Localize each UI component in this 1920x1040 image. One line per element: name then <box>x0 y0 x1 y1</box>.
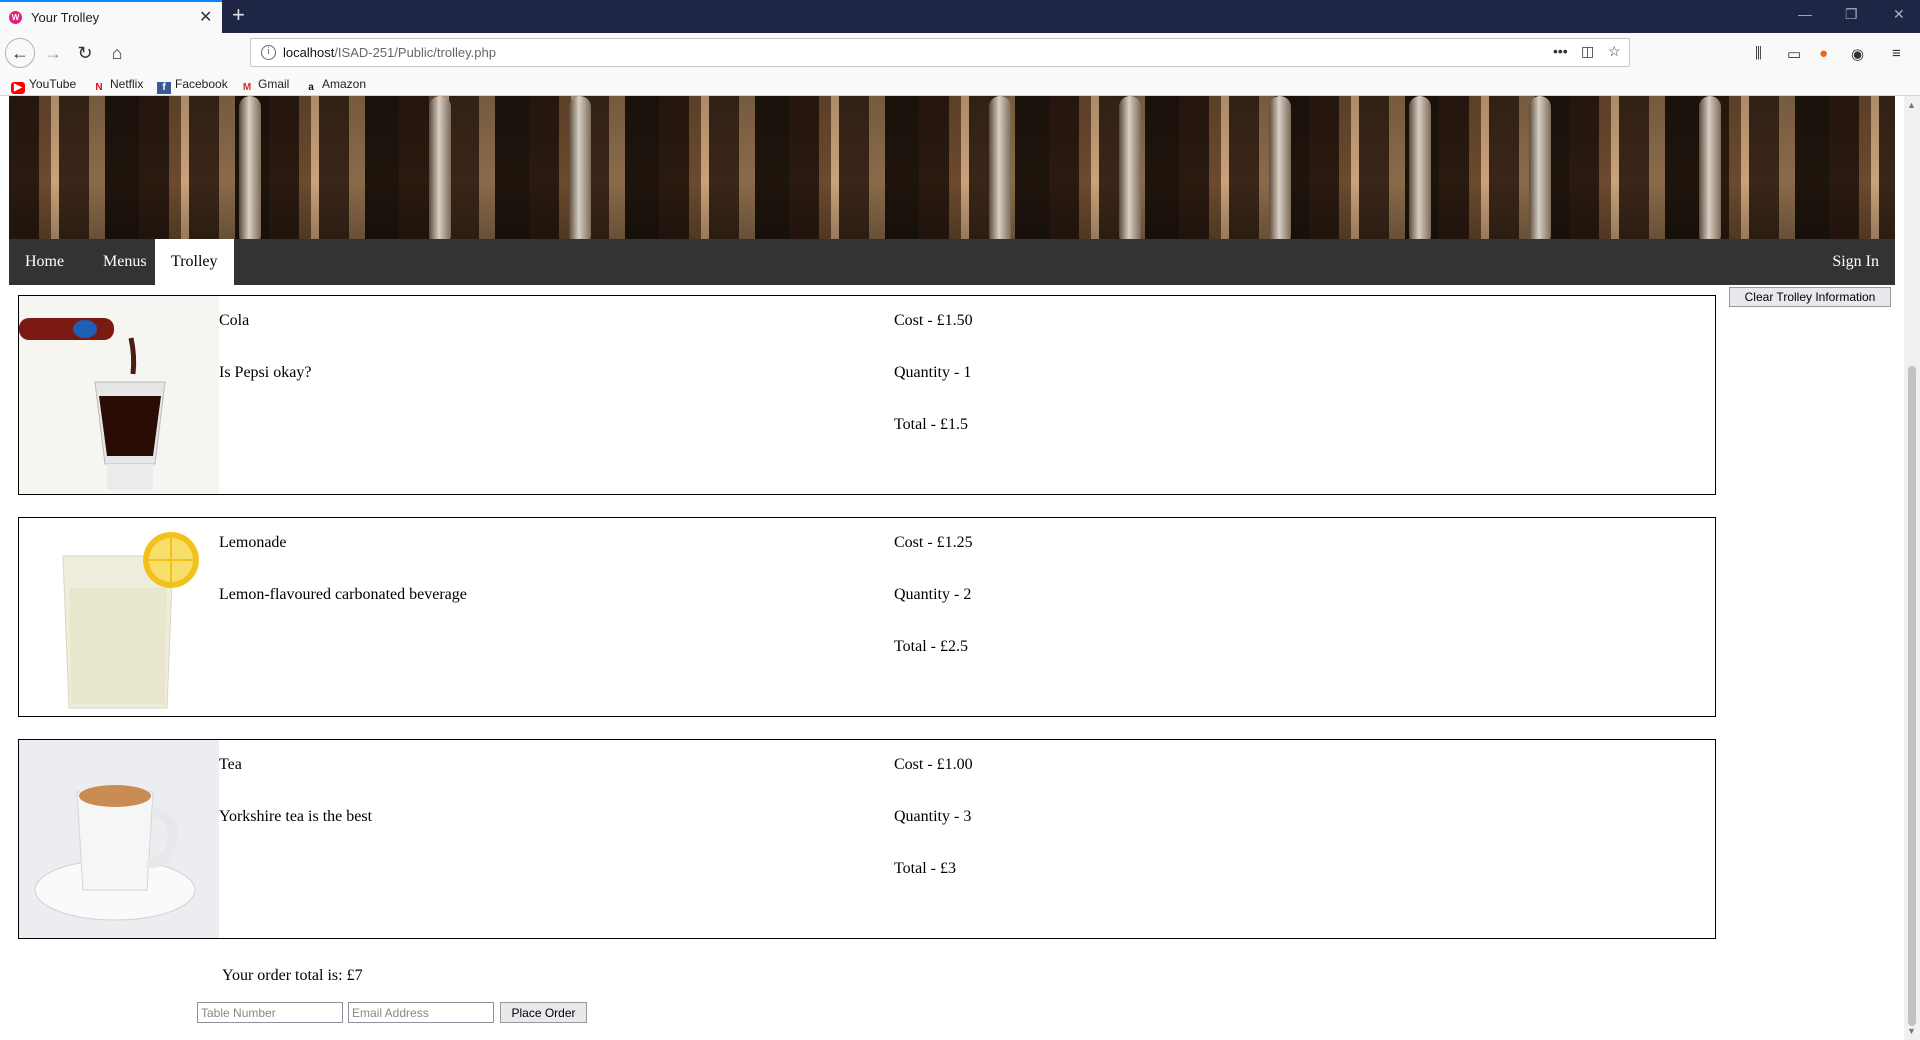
tea-image <box>19 740 219 938</box>
bookmark-amazon[interactable]: a Amazon <box>304 77 366 94</box>
page-content: Home Menus Trolley Sign In Clear Trolley… <box>0 96 1904 1040</box>
item-description: Is Pepsi okay? <box>219 364 312 381</box>
page-scrollbar[interactable]: ▲ ▼ <box>1904 96 1920 1040</box>
bookmark-netflix[interactable]: N Netflix <box>92 77 143 94</box>
new-tab-icon[interactable]: + <box>232 2 245 28</box>
pocket-icon[interactable]: ◫ <box>1581 43 1594 60</box>
bookmark-facebook[interactable]: f Facebook <box>157 77 228 94</box>
item-name: Lemonade <box>219 534 287 551</box>
item-total: Total - £1.5 <box>894 416 968 433</box>
lemonade-image <box>19 518 219 716</box>
nav-sign-in[interactable]: Sign In <box>1816 239 1895 285</box>
item-quantity: Quantity - 2 <box>894 586 972 603</box>
close-tab-icon[interactable]: ✕ <box>199 7 212 27</box>
item-cost: Cost - £1.00 <box>894 756 973 773</box>
item-name: Tea <box>219 756 242 773</box>
beer-tap-shape <box>429 96 451 239</box>
item-total: Total - £3 <box>894 860 956 877</box>
scroll-thumb[interactable] <box>1908 366 1916 1026</box>
bar-taps-banner-image <box>9 96 1895 239</box>
youtube-icon: ▶ <box>11 82 25 94</box>
info-icon[interactable]: i <box>261 45 276 60</box>
beer-tap-shape <box>1409 96 1431 239</box>
order-total: Your order total is: £7 <box>222 967 363 984</box>
item-cost: Cost - £1.25 <box>894 534 973 551</box>
bookmark-gmail[interactable]: M Gmail <box>240 77 290 94</box>
url-text: localhost/ISAD-251/Public/trolley.php <box>283 45 496 60</box>
scroll-down-icon[interactable]: ▼ <box>1907 1026 1916 1036</box>
menu-icon[interactable]: ≡ <box>1892 45 1901 62</box>
trolley-item: Cola Is Pepsi okay? Cost - £1.50 Quantit… <box>18 295 1716 495</box>
item-name: Cola <box>219 312 250 329</box>
page-actions-icon[interactable]: ••• <box>1553 43 1568 59</box>
minimize-icon[interactable]: — <box>1798 6 1812 22</box>
close-window-icon[interactable]: ✕ <box>1893 6 1905 23</box>
restore-icon[interactable]: ❐ <box>1845 6 1858 23</box>
address-bar[interactable]: i localhost/ISAD-251/Public/trolley.php … <box>250 38 1630 67</box>
back-arrow-icon[interactable]: ← <box>5 38 35 68</box>
trolley-item: Tea Yorkshire tea is the best Cost - £1.… <box>18 739 1716 939</box>
trolley-item: Lemonade Lemon-flavoured carbonated beve… <box>18 517 1716 717</box>
place-order-button[interactable]: Place Order <box>500 1002 587 1023</box>
nav-trolley[interactable]: Trolley <box>155 239 234 285</box>
item-description: Yorkshire tea is the best <box>219 808 373 825</box>
account-icon[interactable]: ◉ <box>1851 45 1864 63</box>
browser-toolbar: ← → ↻ ⌂ i localhost/ISAD-251/Public/trol… <box>0 33 1920 73</box>
cola-image <box>19 296 219 494</box>
netflix-icon: N <box>95 82 103 93</box>
library-icon[interactable]: ⫼ <box>1755 45 1762 62</box>
beer-tap-shape <box>989 96 1011 239</box>
beer-tap-shape <box>1699 96 1721 239</box>
browser-tab[interactable]: W Your Trolley ✕ <box>0 0 222 33</box>
tab-title: Your Trolley <box>31 10 100 25</box>
reload-icon[interactable]: ↻ <box>72 40 98 66</box>
item-total: Total - £2.5 <box>894 638 968 655</box>
beer-tap-shape <box>239 96 261 239</box>
email-address-input[interactable] <box>348 1002 494 1023</box>
nav-home[interactable]: Home <box>9 239 80 285</box>
site-nav: Home Menus Trolley Sign In <box>9 239 1895 285</box>
forward-arrow-icon[interactable]: → <box>40 40 66 66</box>
amazon-icon: a <box>308 82 314 93</box>
bookmarks-bar: ▶ YouTube N Netflix f Facebook M Gmail a Amaz… <box>0 73 1920 96</box>
beer-tap-shape <box>569 96 591 239</box>
clear-trolley-button[interactable]: Clear Trolley Information <box>1729 287 1891 307</box>
bookmark-youtube[interactable]: ▶ YouTube <box>11 77 76 94</box>
item-quantity: Quantity - 1 <box>894 364 972 381</box>
gmail-icon: M <box>242 82 252 93</box>
item-quantity: Quantity - 3 <box>894 808 972 825</box>
extension-icon[interactable]: ● <box>1819 45 1828 62</box>
bookmark-star-icon[interactable]: ☆ <box>1608 43 1621 60</box>
beer-tap-shape <box>1269 96 1291 239</box>
home-icon[interactable]: ⌂ <box>104 40 130 66</box>
beer-tap-shape <box>1119 96 1141 239</box>
beer-tap-shape <box>1529 96 1551 239</box>
table-number-input[interactable] <box>197 1002 343 1023</box>
sidebar-icon[interactable]: ▭ <box>1787 45 1801 63</box>
scroll-up-icon[interactable]: ▲ <box>1907 100 1916 110</box>
site-favicon-icon: W <box>9 11 22 24</box>
nav-menus[interactable]: Menus <box>87 239 163 285</box>
facebook-icon: f <box>157 82 171 94</box>
item-cost: Cost - £1.50 <box>894 312 973 329</box>
browser-tab-strip: W Your Trolley ✕ + — ❐ ✕ <box>0 0 1920 33</box>
item-description: Lemon-flavoured carbonated beverage <box>219 586 467 603</box>
